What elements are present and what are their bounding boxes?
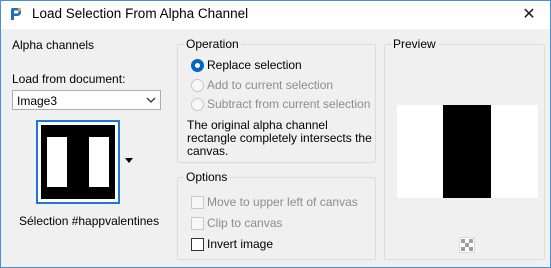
load-from-document-label: Load from document: [12, 72, 126, 86]
operation-group-label: Operation [184, 37, 241, 51]
replace-selection-label[interactable]: Replace selection [207, 58, 302, 72]
add-to-selection-label[interactable]: Add to current selection [207, 78, 333, 92]
subtract-from-selection-radio[interactable] [191, 98, 204, 111]
invert-image-label[interactable]: Invert image [207, 237, 273, 251]
intersection-info-text: The original alpha channel rectangle com… [187, 118, 372, 158]
preview-canvas [397, 105, 538, 198]
channel-thumbnail-image [41, 125, 115, 199]
subtract-from-selection-label[interactable]: Subtract from current selection [207, 97, 370, 111]
add-to-selection-radio[interactable] [191, 79, 204, 92]
channel-caption: Sélection #happvalentines [19, 214, 160, 228]
document-select[interactable]: Image3 [12, 90, 161, 110]
clip-to-canvas-label[interactable]: Clip to canvas [207, 216, 282, 230]
checkerboard-icon[interactable] [459, 237, 475, 253]
alpha-channel-thumbnail[interactable] [36, 120, 120, 204]
thumbnail-white-bar-right [89, 137, 109, 187]
options-group-label: Options [184, 170, 230, 184]
replace-selection-radio[interactable] [191, 59, 204, 72]
dialog-window: Load Selection From Alpha Channel ✕ Alph… [0, 0, 551, 268]
thumbnail-dropdown-icon[interactable] [122, 153, 136, 167]
move-to-upper-left-checkbox[interactable] [191, 196, 204, 209]
preview-group-label: Preview [391, 37, 438, 51]
close-button[interactable]: ✕ [518, 4, 540, 26]
alpha-channels-heading: Alpha channels [12, 38, 95, 52]
title-bar[interactable]: Load Selection From Alpha Channel ✕ [1, 1, 550, 29]
move-to-upper-left-label[interactable]: Move to upper left of canvas [207, 195, 358, 209]
clip-to-canvas-checkbox[interactable] [191, 217, 204, 230]
thumbnail-white-bar-left [47, 137, 67, 187]
app-logo-icon [11, 7, 22, 20]
invert-image-checkbox[interactable] [191, 238, 204, 251]
chevron-down-icon [146, 97, 156, 103]
window-title: Load Selection From Alpha Channel [32, 6, 249, 21]
preview-black-bar [443, 105, 491, 198]
document-select-value: Image3 [17, 94, 58, 108]
